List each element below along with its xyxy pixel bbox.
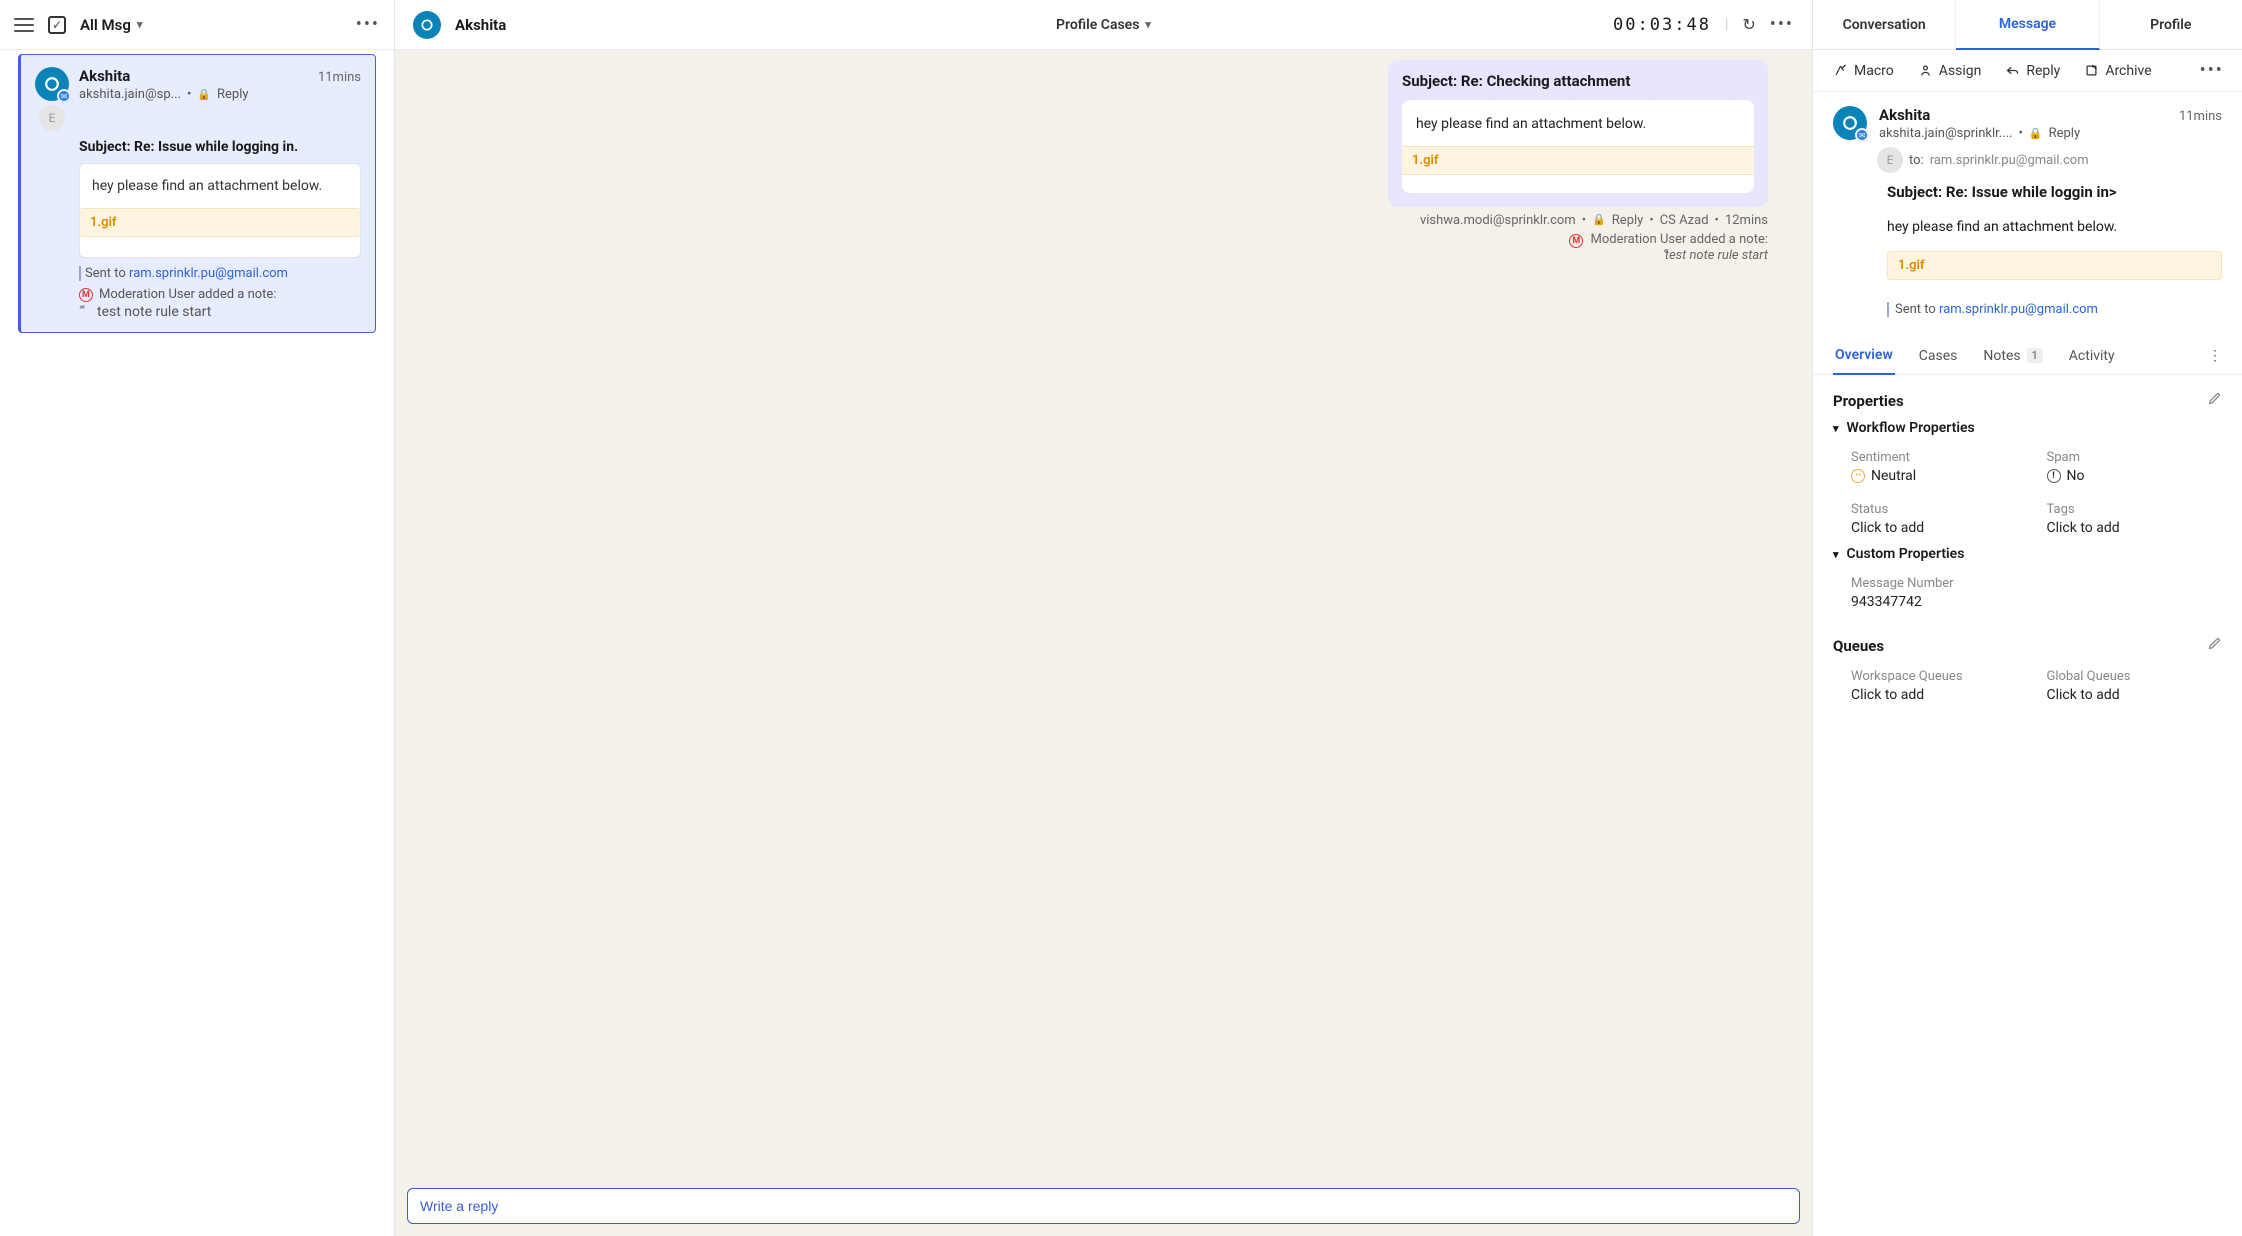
to-label: to:	[1909, 153, 1924, 168]
bubble-body: hey please find an attachment below.	[1416, 116, 1740, 132]
workspace-queues-value[interactable]: Click to add	[1851, 687, 2027, 703]
subtab-cases[interactable]: Cases	[1917, 338, 1960, 374]
profile-cases-dropdown[interactable]: Profile Cases ▾	[1056, 17, 1151, 33]
detail-sent-to: Sent to ram.sprinklr.pu@gmail.com	[1887, 302, 2222, 317]
reply-input[interactable]	[407, 1188, 1800, 1224]
to-email: ram.sprinklr.pu@gmail.com	[1930, 153, 2089, 168]
more-menu-icon[interactable]: •••	[356, 14, 380, 35]
message-bubble: Subject: Re: Checking attachment hey ple…	[1388, 60, 1768, 207]
sent-to-line: Sent to ram.sprinklr.pu@gmail.com	[79, 266, 361, 281]
subtabs-more-icon[interactable]: ⋮	[2208, 338, 2222, 374]
workspace-queues-label: Workspace Queues	[1851, 669, 2027, 684]
recipient-avatar: E	[1877, 147, 1903, 173]
info-icon: !	[2047, 469, 2061, 483]
moderation-badge-icon: M	[79, 288, 93, 302]
chevron-down-icon: ▾	[1833, 422, 1839, 435]
message-preview: hey please find an attachment below. 1.g…	[79, 163, 361, 258]
bubble-note-label: Moderation User added a note:	[1591, 232, 1768, 247]
neutral-face-icon: ••	[1851, 469, 1865, 483]
timer: 00:03:48	[1613, 15, 1711, 35]
notes-count: 1	[2027, 348, 2043, 363]
queues-title: Queues	[1833, 637, 1884, 655]
center-more-icon[interactable]: •••	[1770, 14, 1794, 35]
time-ago: 11mins	[318, 70, 361, 85]
toolbar-more-icon[interactable]: •••	[2200, 60, 2224, 81]
bubble-attachment[interactable]: 1.gif	[1402, 146, 1754, 175]
reply-button[interactable]: Reply	[2005, 63, 2060, 79]
subtab-activity[interactable]: Activity	[2067, 338, 2117, 374]
center-avatar	[413, 11, 441, 39]
select-all-checkbox[interactable]: ✓	[48, 16, 66, 34]
subtab-overview[interactable]: Overview	[1833, 337, 1895, 375]
custom-properties-toggle[interactable]: ▾ Custom Properties	[1833, 546, 2222, 562]
conversation-card[interactable]: ✉ E Akshita 11mins akshita.jain@sp... • …	[18, 54, 376, 333]
sentiment-value[interactable]: •• Neutral	[1851, 468, 2027, 484]
sent-to-email[interactable]: ram.sprinklr.pu@gmail.com	[129, 266, 288, 281]
detail-body-text: hey please find an attachment below.	[1887, 219, 2222, 235]
conversation-subject: Subject: Re: Issue while logging in.	[79, 139, 361, 155]
note-label: Moderation User added a note:	[99, 287, 276, 302]
tab-profile[interactable]: Profile	[2100, 0, 2242, 49]
status-value[interactable]: Click to add	[1851, 520, 2027, 536]
detail-email: akshita.jain@sprinklr....	[1879, 126, 2012, 141]
workflow-properties-toggle[interactable]: ▾ Workflow Properties	[1833, 420, 2222, 436]
bubble-reply-badge: Reply	[1612, 213, 1644, 228]
bubble-subject: Subject: Re: Checking attachment	[1402, 72, 1754, 90]
bubble-sender-email: vishwa.modi@sprinklr.com	[1420, 213, 1576, 228]
detail-attachment[interactable]: 1.gif	[1887, 251, 2222, 280]
filter-label: All Msg	[80, 16, 131, 34]
global-queues-label: Global Queues	[2047, 669, 2223, 684]
detail-avatar: ✉	[1833, 106, 1867, 140]
secondary-avatar: E	[39, 105, 65, 131]
global-queues-value[interactable]: Click to add	[2047, 687, 2223, 703]
chevron-down-icon: ▾	[1145, 18, 1151, 31]
archive-button[interactable]: Archive	[2084, 63, 2151, 79]
sentiment-label: Sentiment	[1851, 450, 2027, 465]
detail-time: 11mins	[2179, 109, 2222, 124]
note-text: test note rule start	[79, 304, 361, 320]
sender-name: Akshita	[79, 67, 130, 85]
chevron-down-icon: ▾	[137, 18, 143, 31]
properties-title: Properties	[1833, 392, 1904, 410]
hamburger-icon[interactable]	[14, 18, 34, 32]
assign-button[interactable]: Assign	[1918, 63, 1982, 79]
detail-name: Akshita	[1879, 106, 1930, 124]
lock-icon: 🔒	[1592, 213, 1606, 228]
subtab-notes[interactable]: Notes 1	[1981, 338, 2044, 374]
spam-value[interactable]: ! No	[2047, 468, 2223, 484]
bubble-time: 12mins	[1725, 213, 1768, 228]
detail-subject: Subject: Re: Issue while loggin in>	[1887, 183, 2222, 201]
message-text: hey please find an attachment below.	[92, 178, 348, 194]
lock-icon: 🔒	[197, 88, 211, 101]
spam-label: Spam	[2047, 450, 2223, 465]
bubble-user: CS Azad	[1660, 213, 1709, 228]
channel-badge-icon: ✉	[1855, 128, 1869, 142]
macro-button[interactable]: Macro	[1833, 63, 1894, 79]
tags-value[interactable]: Click to add	[2047, 520, 2223, 536]
channel-badge-icon: ✉	[57, 89, 71, 103]
edit-queues-icon[interactable]	[2207, 636, 2222, 655]
chevron-down-icon: ▾	[1833, 548, 1839, 561]
tab-conversation[interactable]: Conversation	[1813, 0, 1956, 49]
moderation-badge-icon: M	[1569, 234, 1583, 248]
sender-email: akshita.jain@sp...	[79, 87, 181, 102]
refresh-icon[interactable]: ↻	[1742, 15, 1755, 34]
bubble-note-text: test note rule start	[1388, 248, 1768, 263]
detail-reply-badge: Reply	[2049, 126, 2081, 141]
msgnum-value: 943347742	[1851, 594, 2222, 610]
status-label: Status	[1851, 502, 2027, 517]
lock-icon: 🔒	[2029, 127, 2043, 140]
detail-tabs: Conversation Message Profile	[1813, 0, 2242, 50]
tags-label: Tags	[2047, 502, 2223, 517]
edit-properties-icon[interactable]	[2207, 391, 2222, 410]
center-name: Akshita	[455, 16, 506, 34]
avatar: ✉	[35, 67, 69, 101]
reply-badge: Reply	[217, 87, 249, 102]
attachment-chip[interactable]: 1.gif	[80, 208, 360, 237]
msgnum-label: Message Number	[1851, 576, 2222, 591]
tab-message[interactable]: Message	[1956, 0, 2099, 50]
filter-dropdown[interactable]: All Msg ▾	[80, 16, 142, 34]
detail-sent-to-email[interactable]: ram.sprinklr.pu@gmail.com	[1939, 302, 2098, 317]
